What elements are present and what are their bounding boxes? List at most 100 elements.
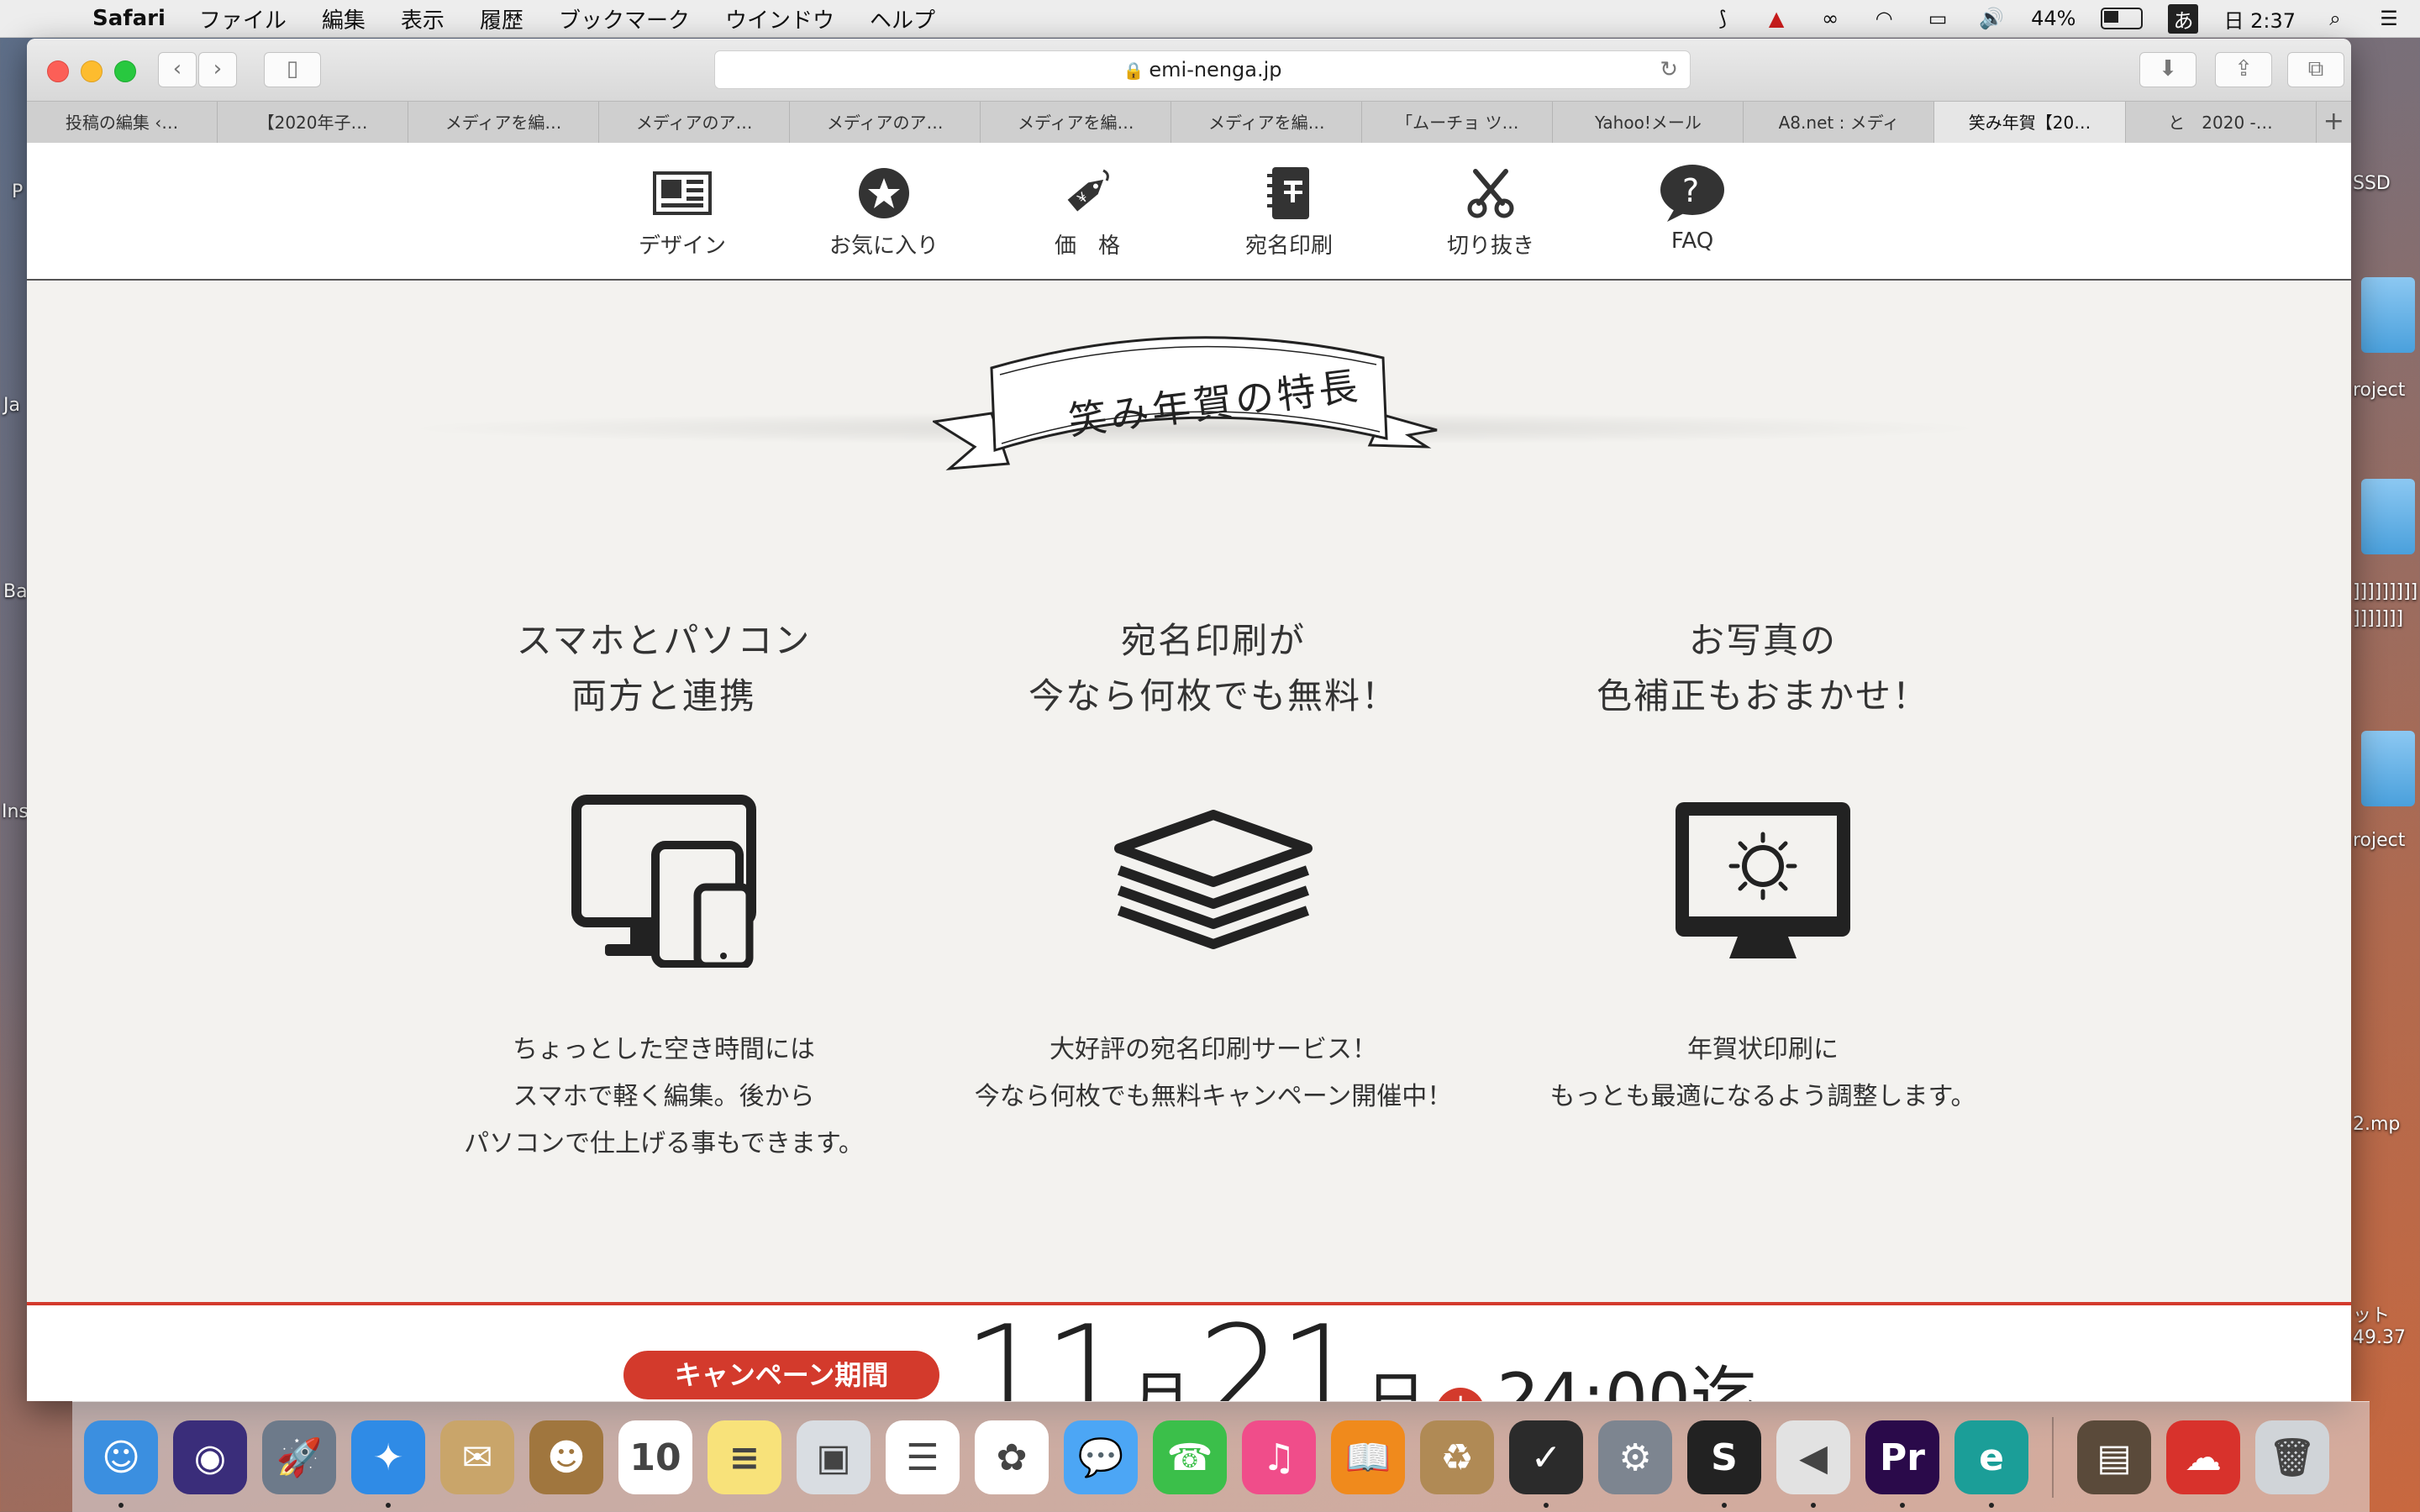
spotlight-search-icon[interactable]: ⌕: [2321, 6, 2349, 31]
desktop-item-label[interactable]: 49.37: [2353, 1327, 2406, 1348]
dock-glyph: ▣: [816, 1436, 851, 1479]
devices-icon: [412, 776, 916, 986]
nav-design[interactable]: デザイン: [607, 163, 758, 260]
desktop-item-label[interactable]: roject: [2353, 380, 2405, 401]
finder-icon[interactable]: ☺: [84, 1420, 158, 1508]
menu-view[interactable]: 表示: [401, 3, 445, 34]
browser-tab[interactable]: 投稿の編集 ‹…: [27, 102, 218, 144]
facetime-icon[interactable]: ☎: [1153, 1420, 1227, 1494]
nav-cutout[interactable]: 切り抜き: [1415, 163, 1566, 260]
browser-tab[interactable]: 笑み年賀【20…: [1934, 102, 2126, 144]
browser-tab[interactable]: メディアのア…: [790, 102, 981, 144]
eset-icon[interactable]: e: [1954, 1420, 2028, 1508]
warning-icon[interactable]: ▲: [1762, 6, 1791, 31]
back-button[interactable]: ‹: [158, 52, 197, 87]
menu-edit[interactable]: 編集: [322, 3, 366, 34]
feature-sync: スマホとパソコン 両方と連携 ちょっとした空き時間には スマホで軽く編集。後から…: [412, 613, 916, 1168]
forward-button[interactable]: ›: [198, 52, 237, 87]
running-indicator: [1722, 1503, 1727, 1508]
menu-help[interactable]: ヘルプ: [870, 3, 935, 34]
nav-favorites[interactable]: お気に入り: [808, 163, 960, 260]
ibooks-icon[interactable]: 📖: [1331, 1420, 1405, 1494]
desktop-item-label[interactable]: Ja: [3, 395, 20, 416]
photos-folder-icon[interactable]: ▤: [2077, 1420, 2151, 1494]
trash-icon[interactable]: 🗑: [2255, 1420, 2329, 1494]
photos-icon[interactable]: ✿: [975, 1420, 1049, 1494]
reminders-icon[interactable]: ☰: [886, 1420, 960, 1494]
browser-tab[interactable]: メディアのア…: [599, 102, 791, 144]
nav-address-print[interactable]: 宛名印刷: [1213, 163, 1365, 260]
clock[interactable]: 日 2:37: [2223, 4, 2296, 34]
desktop-item-label[interactable]: 2.mp: [2353, 1114, 2400, 1135]
address-bar-url: emi-nenga.jp: [1149, 58, 1282, 81]
preview-icon[interactable]: ▣: [797, 1420, 871, 1494]
battery-percent[interactable]: 44%: [2031, 7, 2075, 30]
browser-tab[interactable]: メディアを編…: [408, 102, 600, 144]
notes-icon[interactable]: ≡: [708, 1420, 781, 1494]
activity-check-icon[interactable]: ✓: [1509, 1420, 1583, 1508]
messages-icon[interactable]: 💬: [1064, 1420, 1138, 1494]
sidebar-toggle-button[interactable]: ▯: [264, 52, 321, 87]
desktop-folder-icon[interactable]: [2361, 277, 2415, 353]
creative-cloud-folder-icon[interactable]: ☁: [2166, 1420, 2240, 1494]
scrivener-icon[interactable]: S: [1687, 1420, 1761, 1508]
dock-glyph: ☺: [102, 1436, 140, 1479]
wifi-icon[interactable]: ◠: [1870, 6, 1898, 31]
desktop-item-label[interactable]: SSD: [2353, 173, 2391, 194]
browser-tab[interactable]: と 2020 -…: [2126, 102, 2317, 144]
scissors-icon: [1415, 163, 1566, 223]
downloads-button[interactable]: ⬇: [2139, 52, 2196, 87]
desktop-item-label[interactable]: ット: [2353, 1300, 2390, 1327]
dock-glyph: ✓: [1530, 1436, 1562, 1479]
new-tab-button[interactable]: +: [2317, 102, 2351, 144]
safari-icon[interactable]: ✦: [351, 1420, 425, 1508]
scrivener-status-icon[interactable]: ⟆: [1708, 6, 1737, 31]
app-menu[interactable]: Safari: [92, 6, 166, 31]
desktop-item-label[interactable]: Ins: [2, 801, 29, 822]
tab-overview-button[interactable]: ⧉: [2287, 52, 2344, 87]
desktop-item-label[interactable]: ]]]]]]]]]: [2353, 581, 2417, 602]
siri-icon[interactable]: ◉: [173, 1420, 247, 1494]
browser-tab[interactable]: A8.net : メディ: [1744, 102, 1935, 144]
close-window-button[interactable]: [47, 60, 69, 82]
menu-window[interactable]: ウインドウ: [725, 3, 834, 34]
desktop-item-label[interactable]: Ba: [3, 581, 28, 602]
minimize-window-button[interactable]: [81, 60, 103, 82]
desktop-folder-icon[interactable]: [2361, 731, 2415, 806]
menu-bookmarks[interactable]: ブックマーク: [559, 3, 690, 34]
browser-tab[interactable]: Yahoo!メール: [1553, 102, 1744, 144]
volume-icon[interactable]: 🔊: [1977, 6, 2006, 31]
browser-tab[interactable]: メディアを編…: [981, 102, 1172, 144]
address-bar[interactable]: 🔒 emi-nenga.jp ↻: [714, 50, 1691, 89]
fullscreen-window-button[interactable]: [114, 60, 136, 82]
launchpad-icon[interactable]: 🚀: [262, 1420, 336, 1494]
battery-icon[interactable]: [2101, 8, 2144, 29]
mail-icon[interactable]: ✉: [440, 1420, 514, 1494]
nav-faq[interactable]: ? FAQ: [1617, 163, 1768, 254]
desktop-folder-icon[interactable]: [2361, 479, 2415, 554]
premiere-icon[interactable]: Pr: [1865, 1420, 1939, 1508]
menu-history[interactable]: 履歴: [480, 3, 523, 34]
desktop-item-label[interactable]: P: [12, 181, 23, 202]
calendar-icon[interactable]: 10: [618, 1420, 692, 1494]
price-tag-icon: ¥: [1012, 163, 1163, 223]
share-button[interactable]: ⇪: [2215, 52, 2272, 87]
running-indicator: [118, 1503, 124, 1508]
creative-cloud-status-icon[interactable]: ∞: [1816, 6, 1844, 31]
reload-icon[interactable]: ↻: [1660, 51, 1678, 88]
browser-tab[interactable]: 「ムーチョ ツ…: [1362, 102, 1554, 144]
contacts-icon[interactable]: ☻: [529, 1420, 603, 1494]
archive-utility-icon[interactable]: ♻: [1420, 1420, 1494, 1494]
menu-file[interactable]: ファイル: [199, 3, 287, 34]
desktop-item-label[interactable]: ]]]]]]]: [2353, 608, 2403, 629]
notification-center-icon[interactable]: ☰: [2375, 6, 2403, 31]
system-preferences-icon[interactable]: ⚙: [1598, 1420, 1672, 1494]
input-method-icon[interactable]: あ: [2168, 3, 2199, 34]
desktop-item-label[interactable]: roject: [2353, 830, 2405, 851]
browser-tab[interactable]: メディアを編…: [1171, 102, 1363, 144]
airplay-icon[interactable]: ▭: [1923, 6, 1952, 31]
cinema-app-icon[interactable]: ◀: [1776, 1420, 1850, 1508]
browser-tab[interactable]: 【2020年子…: [218, 102, 409, 144]
nav-price[interactable]: ¥ 価 格: [1012, 163, 1163, 260]
itunes-icon[interactable]: ♫: [1242, 1420, 1316, 1494]
